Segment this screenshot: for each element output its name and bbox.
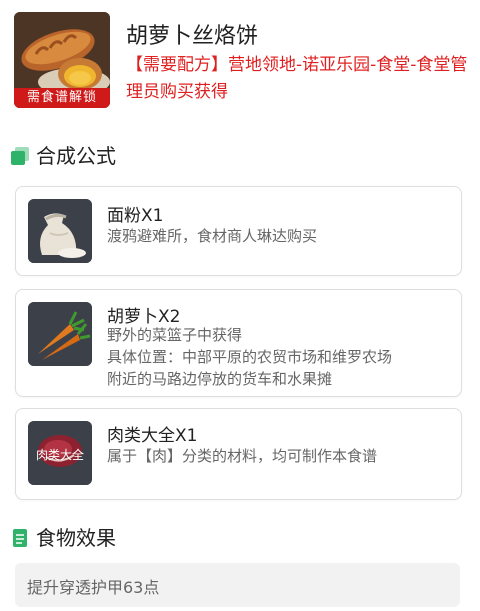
ingredient-card-carrot[interactable]: 胡萝卜X2 野外的菜篮子中获得 具体位置：中部平原的农贸市场和维罗农场 附近的马… (15, 289, 462, 397)
green-document-icon (13, 529, 27, 547)
effect-section-title: 食物效果 (36, 526, 116, 550)
meat-icon: 肉类大全 (28, 421, 92, 485)
ingredient-name: 肉类大全X1 (107, 426, 198, 446)
recipe-header: 需食谱解锁 胡萝卜丝烙饼 【需要配方】营地领地-诺亚乐园-食堂-食堂管理员购买获… (14, 12, 474, 118)
ingredient-desc-line: 属于【肉】分类的材料，均可制作本食谱 (107, 447, 378, 465)
ingredient-name: 面粉X1 (107, 206, 164, 226)
meat-icon-label: 肉类大全 (36, 447, 84, 462)
ingredient-desc-line: 渡鸦避难所，食材商人琳达购买 (107, 227, 318, 245)
unlock-badge: 需食谱解锁 (14, 88, 110, 108)
formula-section-title: 合成公式 (36, 144, 116, 168)
ingredient-desc-line: 野外的菜篮子中获得 (107, 326, 243, 344)
food-effect-text: 提升穿透护甲63点 (27, 578, 160, 597)
recipe-image: 需食谱解锁 (14, 12, 110, 108)
flour-sack-icon (28, 199, 92, 263)
recipe-source: 【需要配方】营地领地-诺亚乐园-食堂-食堂管理员购买获得 (126, 55, 468, 102)
carrot-icon (28, 302, 92, 366)
ingredient-card-flour[interactable]: 面粉X1 渡鸦避难所，食材商人琳达购买 (15, 186, 462, 276)
ingredient-card-meat[interactable]: 肉类大全 肉类大全X1 属于【肉】分类的材料，均可制作本食谱 (15, 408, 462, 500)
recipe-title: 胡萝卜丝烙饼 (126, 24, 259, 49)
food-effect-box: 提升穿透护甲63点 (15, 563, 460, 607)
green-square-icon (11, 147, 29, 165)
ingredient-desc-line: 附近的马路边停放的货车和水果摊 (107, 370, 333, 388)
ingredient-desc-line: 具体位置：中部平原的农贸市场和维罗农场 (107, 348, 393, 366)
